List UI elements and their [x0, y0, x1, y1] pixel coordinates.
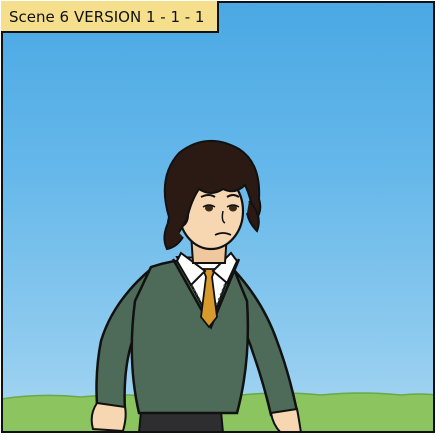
student-character: [90, 139, 303, 433]
scene-illustration: [1, 139, 435, 433]
scene-number: Scene 6: [9, 8, 70, 26]
scene-version: VERSION 1 - 1 - 1: [74, 8, 205, 26]
scene-label: Scene 6 VERSION 1 - 1 - 1: [1, 1, 220, 33]
comic-panel: Scene 6 VERSION 1 - 1 - 1: [1, 1, 435, 433]
